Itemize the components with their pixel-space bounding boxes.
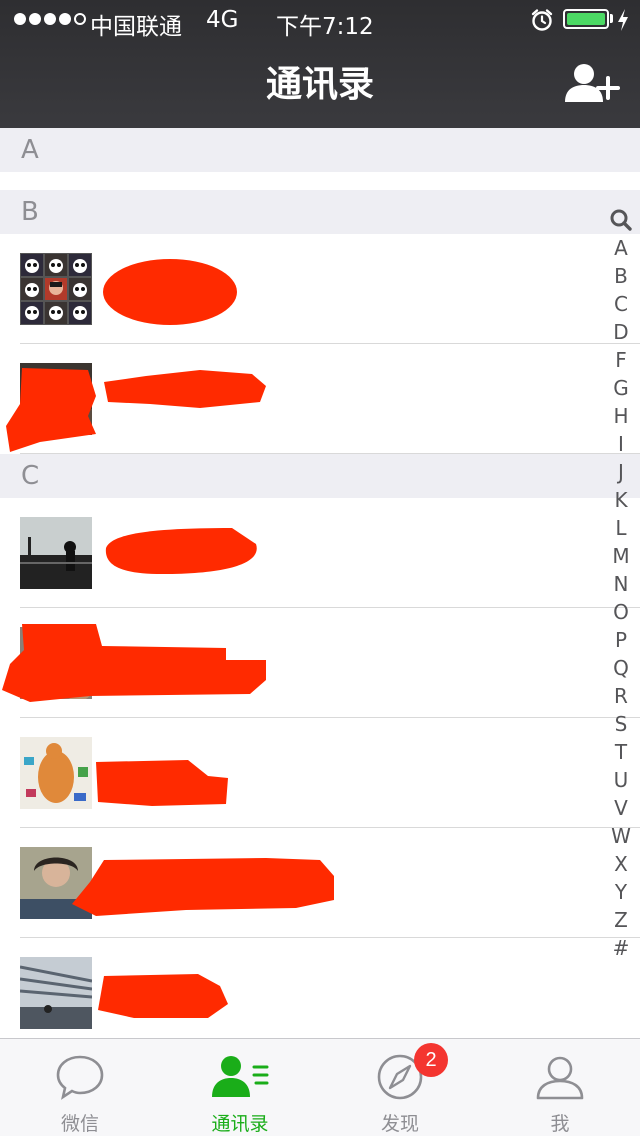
index-letter[interactable]: Z — [606, 906, 636, 934]
contact-row[interactable]: Bi — [0, 344, 640, 454]
redaction-mark — [98, 974, 228, 1018]
section-header-a: A — [0, 128, 640, 172]
index-letter[interactable]: Q — [606, 654, 636, 682]
redaction-mark — [72, 858, 334, 916]
search-icon[interactable] — [606, 206, 636, 234]
contact-row[interactable] — [0, 718, 640, 828]
index-letter[interactable]: S — [606, 710, 636, 738]
index-letter[interactable]: M — [606, 542, 636, 570]
contact-row[interactable] — [0, 608, 640, 718]
tab-bar: 微信 通讯录 发现 我 — [0, 1038, 640, 1136]
contact-row[interactable] — [0, 234, 640, 344]
index-letter[interactable]: L — [606, 514, 636, 542]
status-time: 下午7:12 — [276, 14, 374, 40]
contact-row[interactable] — [0, 828, 640, 938]
lakeside-avatar — [20, 517, 92, 589]
section-header-b: B — [0, 190, 640, 234]
status-bar: 中国联通 4G 下午7:12 — [0, 0, 640, 40]
tab-label-chats: 微信 — [60, 1113, 99, 1135]
redaction-mark — [105, 528, 257, 574]
redaction-mark — [6, 368, 266, 452]
tab-label-discover: 发现 — [380, 1113, 419, 1135]
row-divider — [20, 453, 640, 454]
index-letter[interactable]: O — [606, 598, 636, 626]
index-letter[interactable]: R — [606, 682, 636, 710]
index-letter[interactable]: Y — [606, 878, 636, 906]
contact-row[interactable] — [0, 498, 640, 608]
contact-list[interactable]: A B C — [0, 128, 640, 1038]
chat-bubble-icon — [56, 1055, 104, 1100]
redaction-mark — [2, 624, 266, 702]
index-letter[interactable]: B — [606, 262, 636, 290]
tab-label-contacts: 通讯录 — [211, 1113, 269, 1135]
alarm-icon — [531, 9, 553, 31]
index-letter[interactable]: N — [606, 570, 636, 598]
index-letter[interactable]: G — [606, 374, 636, 402]
index-letter[interactable]: X — [606, 850, 636, 878]
index-letter[interactable]: V — [606, 794, 636, 822]
tab-contacts[interactable]: 通讯录 — [160, 1039, 320, 1137]
person-icon — [536, 1056, 584, 1100]
contact-row[interactable] — [0, 938, 640, 1038]
add-contact-icon[interactable] — [562, 62, 620, 108]
discover-badge: 2 — [414, 1043, 448, 1077]
tab-chats[interactable]: 微信 — [0, 1039, 160, 1137]
drawing-avatar — [20, 737, 92, 809]
signal-strength-icon — [14, 13, 86, 25]
tab-label-me: 我 — [550, 1113, 570, 1135]
redaction-mark — [103, 259, 237, 325]
station-avatar — [20, 957, 92, 1029]
index-letter[interactable]: U — [606, 766, 636, 794]
index-letter[interactable]: P — [606, 626, 636, 654]
index-letter[interactable]: T — [606, 738, 636, 766]
navigation-header: 中国联通 4G 下午7:12 通讯录 — [0, 0, 640, 128]
index-letter[interactable]: H — [606, 402, 636, 430]
index-letter[interactable]: C — [606, 290, 636, 318]
index-letter[interactable]: D — [606, 318, 636, 346]
panda-grid-avatar — [20, 253, 92, 325]
section-index-bar[interactable]: A B C D F G H I J K L M N O P Q R S T U V W X Y Z # — [606, 206, 636, 962]
tab-me[interactable]: 我 — [480, 1039, 640, 1137]
index-letter[interactable]: K — [606, 486, 636, 514]
index-letter[interactable]: # — [606, 934, 636, 962]
index-letter[interactable]: I — [606, 430, 636, 458]
battery-icon — [563, 9, 609, 29]
section-header-c: C — [0, 454, 640, 498]
index-letter[interactable]: A — [606, 234, 636, 262]
redaction-mark — [96, 760, 228, 806]
carrier-name: 中国联通 — [90, 14, 182, 40]
network-type: 4G — [206, 7, 239, 33]
index-letter[interactable]: W — [606, 822, 636, 850]
tab-discover[interactable]: 发现 — [320, 1039, 480, 1137]
contacts-icon — [212, 1056, 269, 1097]
page-title: 通讯录 — [265, 64, 374, 105]
empty-section-spacer — [0, 172, 640, 190]
index-letter[interactable]: J — [606, 458, 636, 486]
index-letter[interactable]: F — [606, 346, 636, 374]
battery-nub — [610, 14, 613, 23]
charging-icon — [618, 9, 628, 31]
